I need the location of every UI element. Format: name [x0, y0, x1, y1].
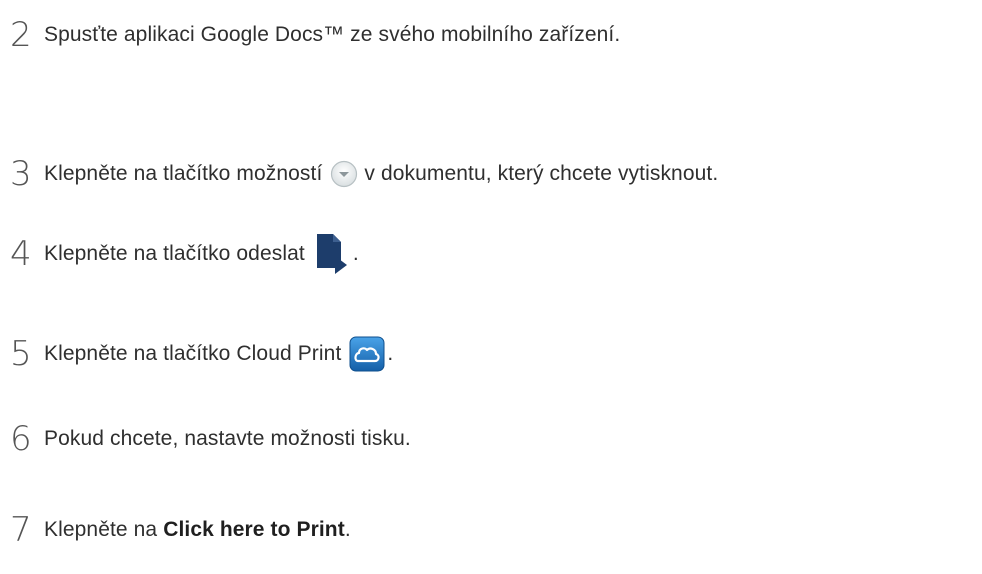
- step-text-after: .: [352, 242, 359, 265]
- step-text: Pokud chcete, nastavte možnosti tisku.: [44, 427, 411, 450]
- cloud-print-icon: [349, 336, 385, 372]
- step-number: 6: [10, 419, 32, 459]
- step-number: 2: [10, 15, 32, 55]
- step-number: 7: [10, 510, 32, 550]
- step-6: 6 Pokud chcete, nastavte možnosti tisku.: [0, 414, 411, 464]
- send-document-icon: [313, 232, 351, 276]
- step-3: 3 Klepněte na tlačítko možností v dokume…: [0, 149, 718, 199]
- click-here-to-print-label: Click here to Print: [163, 518, 345, 541]
- step-number: 3: [10, 154, 32, 194]
- step-text-before: Klepněte na tlačítko Cloud Print: [44, 342, 342, 365]
- step-text: Spusťte aplikaci Google Docs™ ze svého m…: [44, 23, 621, 46]
- step-text-before: Klepněte na tlačítko odeslat: [44, 242, 305, 265]
- step-text-after: v dokumentu, který chcete vytisknout.: [364, 162, 719, 185]
- step-7: 7 Klepněte na Click here to Print .: [0, 505, 351, 555]
- step-text-before: Klepněte na tlačítko možností: [44, 162, 323, 185]
- step-5: 5 Klepněte na tlačítko Cloud Print .: [0, 329, 393, 379]
- step-text-after: .: [344, 518, 351, 541]
- step-number: 5: [10, 334, 32, 374]
- step-number: 4: [10, 234, 32, 274]
- step-4: 4 Klepněte na tlačítko odeslat .: [0, 229, 359, 279]
- step-text-after: .: [387, 342, 394, 365]
- dropdown-circle-icon: [330, 160, 358, 188]
- step-text-before: Klepněte na: [44, 518, 158, 541]
- step-2: 2 Spusťte aplikaci Google Docs™ ze svého…: [0, 10, 620, 60]
